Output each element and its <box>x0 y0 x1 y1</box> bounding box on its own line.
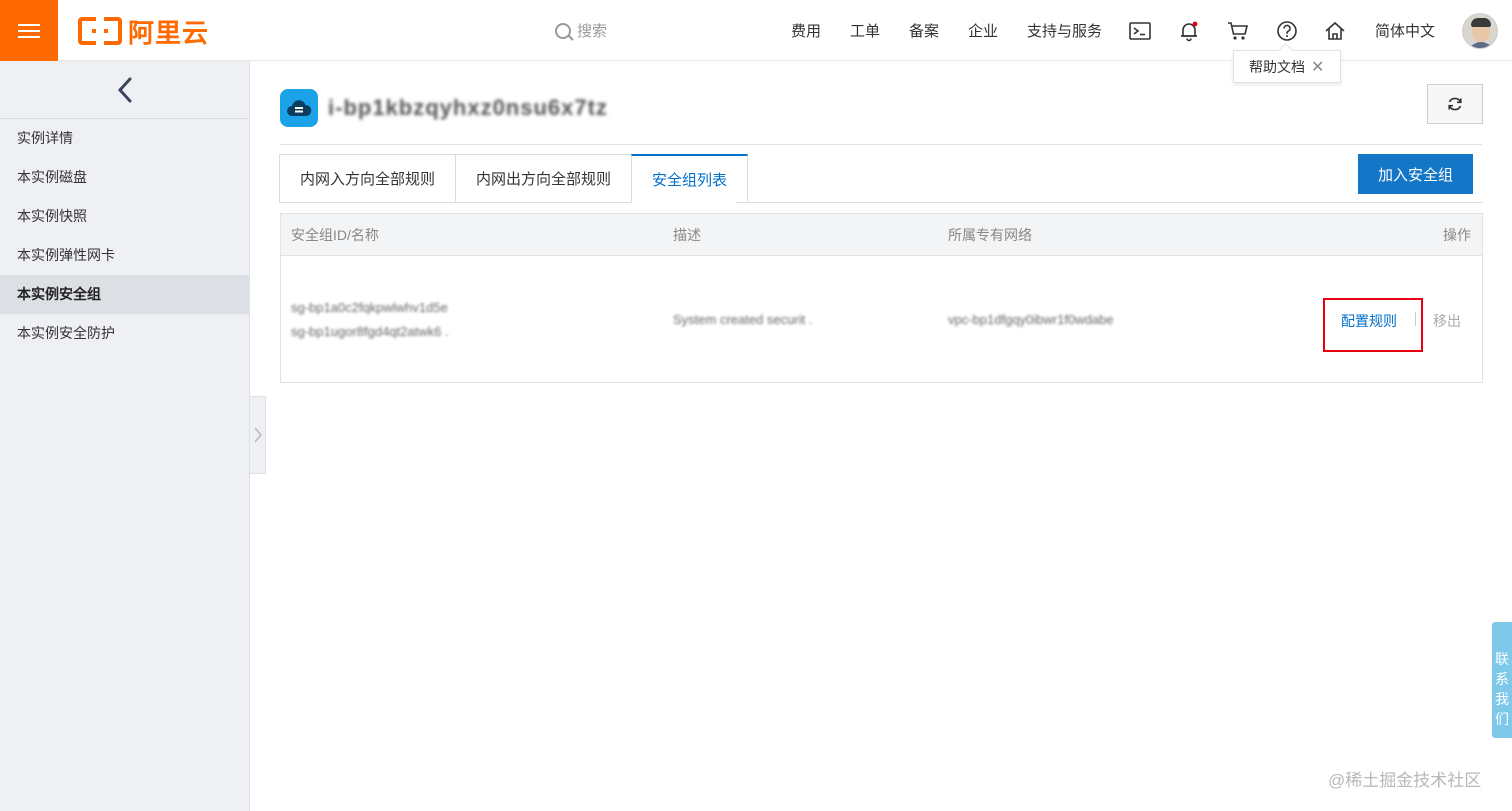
terminal-icon[interactable] <box>1128 19 1152 43</box>
watermark: @稀土掘金技术社区 <box>1328 771 1482 790</box>
refresh-icon <box>1448 97 1462 111</box>
aliyun-logo-icon <box>78 15 122 47</box>
sidebar: 实例详情 本实例磁盘 本实例快照 本实例弹性网卡 本实例安全组 本实例安全防护 <box>0 61 250 811</box>
sidebar-item-instance-details[interactable]: 实例详情 <box>0 119 249 158</box>
nav-enterprise[interactable]: 企业 <box>968 0 998 61</box>
security-group-vpc[interactable]: vpc-bp1dfgqy0ibwr1f0wdabe <box>948 312 1114 327</box>
sidebar-item-security-groups[interactable]: 本实例安全组 <box>0 275 249 314</box>
instance-id-title: i-bp1kbzqyhxz0nsu6x7tz <box>328 95 608 120</box>
help-docs-tooltip: 帮助文档 ✕ <box>1233 50 1341 83</box>
tooltip-text[interactable]: 帮助文档 <box>1249 57 1305 77</box>
avatar[interactable] <box>1462 13 1498 49</box>
tab-security-group-list[interactable]: 安全组列表 <box>631 154 749 203</box>
nav-fees[interactable]: 费用 <box>791 0 821 61</box>
security-group-description: System created securit . <box>673 312 813 327</box>
table-row: sg-bp1a0c2fqkpwlwhv1d5e sg-bp1ugor8fgd4q… <box>281 256 1482 382</box>
sidebar-item-disks[interactable]: 本实例磁盘 <box>0 158 249 197</box>
action-separator <box>1415 312 1416 326</box>
column-header-id-name: 安全组ID/名称 <box>291 227 379 243</box>
security-group-id[interactable]: sg-bp1a0c2fqkpwlwhv1d5e <box>291 300 448 315</box>
table-header: 安全组ID/名称 描述 所属专有网络 操作 <box>281 214 1482 256</box>
tab-inbound-rules[interactable]: 内网入方向全部规则 <box>279 154 456 203</box>
nav-support[interactable]: 支持与服务 <box>1027 0 1102 61</box>
home-icon[interactable] <box>1323 19 1347 43</box>
cart-icon[interactable] <box>1226 19 1250 43</box>
security-group-table: 安全组ID/名称 描述 所属专有网络 操作 sg-bp1a0c2fqkpwlwh… <box>280 213 1483 383</box>
back-button[interactable] <box>0 61 249 119</box>
sidebar-collapse-toggle[interactable] <box>250 396 266 474</box>
search-icon <box>555 22 571 39</box>
chevron-left-icon <box>117 77 131 102</box>
sidebar-menu: 实例详情 本实例磁盘 本实例快照 本实例弹性网卡 本实例安全组 本实例安全防护 <box>0 119 249 353</box>
menu-icon[interactable] <box>0 0 58 61</box>
column-header-description: 描述 <box>673 227 701 243</box>
tabs-underline <box>736 202 1483 203</box>
contact-us-button[interactable]: 联 系 我 们 <box>1492 622 1512 738</box>
remove-link[interactable]: 移出 <box>1433 311 1461 331</box>
security-group-name: sg-bp1ugor8fgd4qt2atwk6 . <box>291 324 449 339</box>
configure-rules-link[interactable]: 配置规则 <box>1341 311 1397 331</box>
aliyun-logo[interactable]: 阿里云 <box>78 15 210 48</box>
tab-bar: 内网入方向全部规则 内网出方向全部规则 安全组列表 <box>279 154 749 203</box>
join-security-group-button[interactable]: 加入安全组 <box>1358 154 1473 194</box>
instance-header: i-bp1kbzqyhxz0nsu6x7tz <box>280 88 608 128</box>
logo-text: 阿里云 <box>128 17 210 48</box>
nav-tickets[interactable]: 工单 <box>850 0 880 61</box>
language-switch[interactable]: 简体中文 <box>1375 0 1435 61</box>
nav-icp[interactable]: 备案 <box>909 0 939 61</box>
chevron-right-icon <box>253 427 262 443</box>
column-header-vpc: 所属专有网络 <box>948 227 1032 243</box>
divider <box>280 144 1482 145</box>
search-box[interactable]: 搜索 <box>555 20 607 41</box>
help-icon[interactable] <box>1275 19 1299 43</box>
refresh-button[interactable] <box>1427 84 1483 124</box>
close-icon[interactable]: ✕ <box>1311 57 1324 77</box>
sidebar-item-eni[interactable]: 本实例弹性网卡 <box>0 236 249 275</box>
column-header-actions: 操作 <box>1443 227 1471 243</box>
bell-icon[interactable] <box>1177 19 1201 43</box>
ecs-cloud-icon <box>280 89 318 127</box>
sidebar-item-security-protection[interactable]: 本实例安全防护 <box>0 314 249 353</box>
search-placeholder: 搜索 <box>577 23 608 40</box>
tab-outbound-rules[interactable]: 内网出方向全部规则 <box>455 154 632 203</box>
sidebar-item-snapshots[interactable]: 本实例快照 <box>0 197 249 236</box>
